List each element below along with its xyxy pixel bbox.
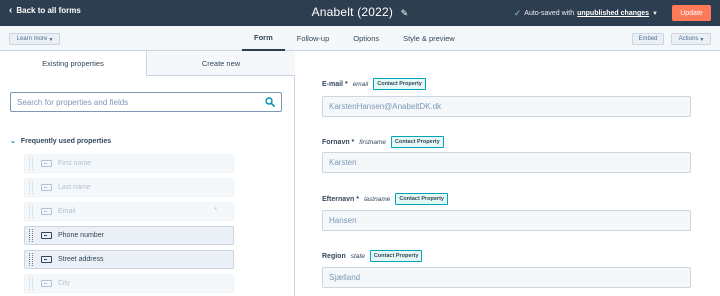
search-icon[interactable] (265, 97, 275, 107)
property-label: First name (58, 160, 92, 167)
check-icon: ✓ (513, 8, 522, 18)
drag-handle-icon[interactable] (29, 205, 33, 218)
learn-more-label: Learn more (16, 36, 48, 42)
caret-down-icon: ▾ (700, 36, 704, 43)
field-internal-name: lastname (363, 195, 391, 203)
tab-style-preview[interactable]: Style & preview (391, 26, 467, 51)
tab-create-new[interactable]: Create new (147, 51, 295, 76)
actions-button[interactable]: Actions ▾ (671, 33, 711, 45)
tab-form[interactable]: Form (242, 26, 285, 51)
unpublished-changes-link[interactable]: unpublished changes (577, 10, 649, 17)
field-label: Region (322, 252, 346, 260)
contact-property-badge: Contact Property (391, 136, 444, 148)
region-field[interactable]: Sjælland (322, 267, 691, 288)
embed-button[interactable]: Embed (632, 33, 664, 45)
autosave-prefix: Auto-saved with (524, 10, 575, 17)
lastname-field[interactable]: Hansen (322, 210, 691, 231)
property-label: Email (58, 208, 76, 215)
property-item-email[interactable]: Email * (24, 202, 234, 221)
text-field-icon (41, 184, 52, 191)
form-field-email[interactable]: E-mail * email Contact Property KarstenH… (322, 78, 691, 117)
property-search (10, 92, 282, 112)
contact-property-badge: Contact Property (369, 250, 423, 262)
autosave-status[interactable]: ✓ Auto-saved with unpublished changes ▼ (514, 8, 658, 19)
drag-handle-icon[interactable] (29, 229, 33, 242)
field-label-row: Efternavn * lastname Contact Property (322, 193, 448, 205)
form-title-text: Anabelt (2022) (311, 5, 394, 19)
contact-property-badge: Contact Property (395, 193, 448, 205)
chevron-down-icon: ⌄ (10, 138, 16, 145)
field-label: Efternavn * (322, 195, 359, 203)
property-item-city[interactable]: City (24, 274, 234, 293)
learn-more-button[interactable]: Learn more ▾ (9, 33, 60, 45)
property-label: Phone number (58, 232, 104, 239)
pencil-icon[interactable]: ✎ (401, 8, 409, 18)
drag-handle-icon[interactable] (29, 157, 33, 170)
field-label: Fornavn * (322, 138, 355, 146)
field-label-row: E-mail * email Contact Property (322, 78, 426, 90)
drag-handle-icon[interactable] (29, 277, 33, 290)
field-label-row: Region state Contact Property (322, 250, 423, 262)
text-field-icon (41, 280, 52, 287)
drag-handle-icon[interactable] (29, 253, 33, 266)
field-internal-name: firstname (359, 138, 387, 146)
actions-label: Actions (678, 36, 699, 42)
required-mark: * (214, 207, 217, 214)
field-label-row: Fornavn * firstname Contact Property (322, 136, 444, 148)
caret-down-icon: ▾ (49, 36, 53, 43)
property-label: City (58, 280, 71, 287)
section-title: Frequently used properties (20, 137, 112, 145)
contact-property-badge: Contact Property (373, 78, 426, 90)
search-input[interactable] (11, 93, 261, 111)
tab-follow-up[interactable]: Follow-up (285, 26, 342, 51)
drag-handle-icon[interactable] (29, 181, 33, 194)
property-item-street-address[interactable]: Street address (24, 250, 234, 269)
tab-existing-properties[interactable]: Existing properties (0, 51, 147, 76)
text-field-icon (41, 160, 52, 167)
frequently-used-section-toggle[interactable]: ⌄ Frequently used properties (10, 137, 112, 146)
email-field[interactable]: KarstenHansen@AnabeltDK.dk (322, 96, 691, 117)
form-field-lastname[interactable]: Efternavn * lastname Contact Property Ha… (322, 193, 691, 231)
form-field-firstname[interactable]: Fornavn * firstname Contact Property Kar… (322, 136, 691, 173)
form-preview: E-mail * email Contact Property KarstenH… (296, 51, 720, 296)
property-label: Street address (58, 256, 104, 263)
field-label: E-mail * (322, 80, 348, 88)
caret-down-icon: ▼ (652, 10, 658, 17)
text-field-icon (41, 208, 52, 215)
editor-tabs: Form Follow-up Options Style & preview (242, 26, 467, 51)
property-item-phone-number[interactable]: Phone number (24, 226, 234, 245)
text-field-icon (41, 232, 52, 239)
property-item-last-name[interactable]: Last name (24, 178, 234, 197)
field-internal-name: state (350, 252, 365, 260)
property-label: Last name (58, 184, 91, 191)
firstname-field[interactable]: Karsten (322, 152, 691, 173)
top-bar: ‹ Back to all forms Anabelt (2022) ✎ ✓ A… (0, 0, 720, 26)
tab-options[interactable]: Options (341, 26, 391, 51)
text-field-icon (41, 256, 52, 263)
editor-nav: Learn more ▾ Form Follow-up Options Styl… (0, 26, 720, 51)
field-internal-name: email (352, 80, 369, 88)
update-button[interactable]: Update (672, 5, 711, 21)
properties-panel: Existing properties Create new ⌄ Frequen… (0, 51, 295, 296)
form-field-state[interactable]: Region state Contact Property Sjælland (322, 250, 691, 288)
property-item-first-name[interactable]: First name (24, 154, 234, 173)
